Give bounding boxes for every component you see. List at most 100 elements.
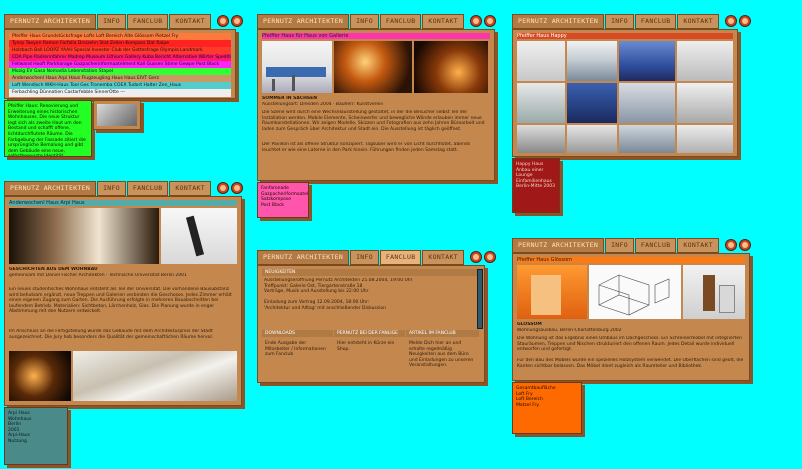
project-photo[interactable] bbox=[517, 83, 565, 123]
project-drawing[interactable] bbox=[589, 265, 681, 319]
avatar-group bbox=[724, 238, 752, 252]
tab-kontakt[interactable]: KONTAKT bbox=[677, 14, 719, 29]
project-meta: Wohnungsausbau, Berlin-Charlottenburg 20… bbox=[517, 328, 622, 333]
project-header: Anderwochenl Haus Arpi Haus bbox=[9, 200, 237, 206]
tab-brand[interactable]: PERNUTZ ARCHITEKTEN bbox=[4, 181, 97, 196]
tab-fanclub[interactable]: FANCLUB bbox=[379, 250, 422, 265]
project-photo[interactable] bbox=[677, 125, 733, 153]
column-heading: PERNUTZ BEI DER FANLIGE bbox=[334, 330, 405, 337]
project-photo[interactable] bbox=[619, 41, 675, 81]
project-photo[interactable] bbox=[262, 41, 332, 93]
project-photo[interactable] bbox=[619, 125, 675, 153]
window-happy-haus: PERNUTZ ARCHITEKTEN INFO FANCLUB KONTAKT… bbox=[512, 14, 751, 214]
tab-kontakt[interactable]: KONTAKT bbox=[169, 14, 211, 29]
isometric-drawing-icon bbox=[598, 274, 670, 316]
project-header: Pfeiffer Haus für Haus von Gallerie bbox=[262, 33, 490, 39]
project-photo[interactable] bbox=[9, 208, 159, 264]
tab-brand[interactable]: PERNUTZ ARCHITEKTEN bbox=[257, 250, 350, 265]
project-header: Pfeiffer Haus Happy bbox=[517, 33, 733, 39]
tab-fanclub[interactable]: FANCLUB bbox=[634, 238, 677, 253]
avatar[interactable] bbox=[483, 15, 496, 27]
fanclub-text[interactable]: Melde Dich hier an und erhalte regelmäßi… bbox=[406, 338, 480, 378]
tab-info[interactable]: INFO bbox=[97, 14, 126, 29]
tab-fanclub[interactable]: FANCLUB bbox=[379, 14, 422, 29]
main-panel: Anderwochenl Haus Arpi Haus GESCHICHTEN … bbox=[4, 196, 242, 406]
window-gloessom: PERNUTZ ARCHITEKTEN INFO FANCLUB KONTAKT… bbox=[512, 238, 752, 438]
tab-bar: PERNUTZ ARCHITEKTEN INFO FANCLUB KONTAKT bbox=[257, 250, 497, 265]
project-meta: gemeinsam mit Daniel Fischer Architekten… bbox=[9, 273, 187, 278]
avatar[interactable] bbox=[469, 15, 482, 27]
avatar[interactable] bbox=[230, 15, 243, 27]
project-description: Der Pavillon ist als offene Struktur kon… bbox=[262, 142, 471, 153]
list-item[interactable]: Ferbachling Dünnatien Castarfebble Sinne… bbox=[9, 89, 231, 97]
tab-fanclub[interactable]: FANCLUB bbox=[126, 14, 169, 29]
news-heading: NEUIGKEITEN bbox=[262, 269, 479, 276]
project-photo[interactable] bbox=[677, 83, 733, 123]
tab-fanclub[interactable]: FANCLUB bbox=[634, 14, 677, 29]
project-photo[interactable] bbox=[683, 265, 745, 319]
project-photo[interactable] bbox=[161, 208, 237, 264]
project-photo[interactable] bbox=[9, 351, 71, 401]
avatar[interactable] bbox=[738, 15, 751, 27]
shop-text: Hier entsteht in Kürze ein Shop. bbox=[337, 341, 395, 352]
downloads-text[interactable]: Ende Ausgabe der Mitarbeiter / Informati… bbox=[262, 338, 332, 378]
project-header: Pfeiffer Haus Glössom bbox=[517, 257, 745, 263]
tab-info[interactable]: INFO bbox=[350, 14, 379, 29]
column-heading: DOWNLOADS bbox=[262, 330, 333, 337]
tab-bar: PERNUTZ ARCHITEKTEN INFO FANCLUB KONTAKT bbox=[512, 14, 752, 29]
project-links[interactable]: Fanfaronade Gazpacheriformaatelment Satz… bbox=[257, 182, 309, 218]
project-photo[interactable] bbox=[334, 41, 412, 93]
project-links[interactable]: Happy Haus Anbau einer Lounge Einfamilie… bbox=[512, 158, 560, 213]
tab-info[interactable]: INFO bbox=[605, 238, 634, 253]
project-photo[interactable] bbox=[517, 265, 587, 319]
main-panel: Pfeiffer Haus für Haus von Gallerie SOMM… bbox=[257, 29, 495, 181]
tab-fanclub[interactable]: FANCLUB bbox=[126, 181, 169, 196]
project-photo[interactable] bbox=[677, 41, 733, 81]
avatar[interactable] bbox=[469, 251, 482, 263]
avatar[interactable] bbox=[216, 182, 229, 194]
tab-kontakt[interactable]: KONTAKT bbox=[169, 181, 211, 196]
project-links[interactable]: Arpi Haus Wohnhaus Berlin 2001 Arpi-Haus… bbox=[4, 407, 68, 465]
tab-brand[interactable]: PERNUTZ ARCHITEKTEN bbox=[257, 14, 350, 29]
project-photo[interactable] bbox=[567, 41, 617, 81]
avatar-group bbox=[216, 14, 244, 28]
project-photo[interactable] bbox=[73, 351, 237, 401]
avatar-group bbox=[724, 14, 752, 28]
scrollbar[interactable] bbox=[477, 269, 483, 329]
main-panel: Pfeiffer Haus Grundstücksfrage Lofts Lof… bbox=[4, 29, 236, 99]
avatar[interactable] bbox=[738, 239, 751, 251]
avatar[interactable] bbox=[483, 251, 496, 263]
tab-brand[interactable]: PERNUTZ ARCHITEKTEN bbox=[4, 14, 97, 29]
tab-info[interactable]: INFO bbox=[605, 14, 634, 29]
avatar[interactable] bbox=[724, 15, 737, 27]
avatar[interactable] bbox=[230, 182, 243, 194]
avatar[interactable] bbox=[724, 239, 737, 251]
tab-brand[interactable]: PERNUTZ ARCHITEKTEN bbox=[512, 14, 605, 29]
window-exhibition: PERNUTZ ARCHITEKTEN INFO FANCLUB KONTAKT… bbox=[257, 14, 496, 218]
column-heading: ARTIKEL IM FANCLUB bbox=[406, 330, 479, 337]
tab-info[interactable]: INFO bbox=[97, 181, 126, 196]
project-description: Im Anschluss an die Fertigstellung wurde… bbox=[9, 329, 214, 340]
tab-kontakt[interactable]: KONTAKT bbox=[422, 14, 464, 29]
project-photo[interactable] bbox=[517, 125, 565, 153]
project-thumbnail[interactable] bbox=[97, 104, 137, 126]
avatar[interactable] bbox=[216, 15, 229, 27]
main-panel: NEUIGKEITEN Ausstellungseröffnung Pernut… bbox=[257, 265, 485, 383]
tab-bar: PERNUTZ ARCHITEKTEN INFO FANCLUB KONTAKT bbox=[4, 181, 244, 196]
tab-kontakt[interactable]: KONTAKT bbox=[677, 238, 719, 253]
tab-info[interactable]: INFO bbox=[350, 250, 379, 265]
project-meta: Ausstellungsort: Dresden 2004 · Bauherr:… bbox=[262, 102, 384, 107]
project-links[interactable]: Gesamtbaufläche Loft Fry Loft Bereich Ma… bbox=[512, 382, 582, 434]
project-photo[interactable] bbox=[619, 83, 675, 123]
tab-kontakt[interactable]: KONTAKT bbox=[422, 250, 464, 265]
info-note: Pfeiffer Haus: Renovierung und Erweiteru… bbox=[4, 100, 92, 157]
project-photo[interactable] bbox=[567, 83, 617, 123]
project-description: Die Wohnung ist das Ergebnis eines Umbau… bbox=[517, 336, 742, 353]
thumbnail-panel bbox=[93, 100, 141, 130]
tab-brand[interactable]: PERNUTZ ARCHITEKTEN bbox=[512, 238, 605, 253]
project-photo[interactable] bbox=[414, 41, 488, 93]
tab-bar: PERNUTZ ARCHITEKTEN INFO FANCLUB KONTAKT bbox=[512, 238, 752, 253]
window-wohnbau: PERNUTZ ARCHITEKTEN INFO FANCLUB KONTAKT… bbox=[4, 181, 244, 467]
project-photo[interactable] bbox=[517, 41, 565, 81]
project-photo[interactable] bbox=[567, 125, 617, 153]
